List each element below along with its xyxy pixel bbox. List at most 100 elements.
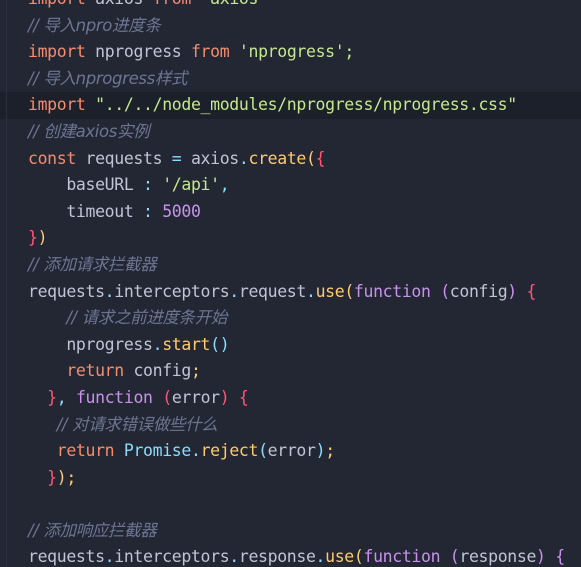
code-line[interactable]: // 导入npro进度条 <box>0 13 581 40</box>
code-line[interactable]: requests.interceptors.request.use(functi… <box>0 279 581 306</box>
comment-import-nprogress-style: // 导入nprogress样式 <box>28 68 188 88</box>
operator-colon: : <box>143 175 153 195</box>
paren-close: ) <box>536 547 546 567</box>
class-promise: Promise <box>123 441 191 461</box>
paren-close: ) <box>56 467 67 487</box>
code-line-blank[interactable] <box>0 491 581 518</box>
keyword-function: function <box>353 281 431 301</box>
identifier-nprogress: nprogress <box>66 334 153 354</box>
method-reject: reject <box>200 441 259 461</box>
paren-open: ( <box>306 148 316 168</box>
paren-open: ( <box>344 281 354 301</box>
keyword-from: from <box>153 0 192 8</box>
param-config: config <box>449 281 508 301</box>
identifier-requests: requests <box>85 148 163 168</box>
code-line[interactable]: nprogress.start() <box>0 332 581 359</box>
code-line[interactable]: import axios from 'axios' <box>0 0 581 13</box>
paren-open: ( <box>162 387 172 407</box>
operator-assign: = <box>171 148 182 168</box>
paren-pair: () <box>210 334 230 354</box>
paren-open: ( <box>353 547 364 567</box>
comment-before-request-start: // 请求之前进度条开始 <box>66 308 228 328</box>
code-line[interactable]: // 添加响应拦截器 <box>0 518 581 545</box>
property-timeout: timeout <box>66 201 134 221</box>
paren-close: ) <box>219 387 230 407</box>
property-response: response <box>238 547 316 567</box>
comment-add-request-interceptor: // 添加请求拦截器 <box>28 254 157 274</box>
brace-open: { <box>526 281 537 301</box>
brace-open: { <box>315 148 326 168</box>
code-line[interactable]: }); <box>0 465 581 492</box>
code-line-active[interactable]: import "../../node_modules/nprogress/npr… <box>0 92 581 119</box>
code-line[interactable]: timeout : 5000 <box>0 199 581 226</box>
string-api-base: '/api' <box>162 175 220 195</box>
property-interceptors: interceptors <box>114 281 230 301</box>
semicolon: ; <box>325 441 335 461</box>
brace-open: { <box>238 387 249 407</box>
code-line[interactable]: baseURL : '/api', <box>0 172 581 199</box>
paren-close: ) <box>507 281 517 301</box>
property-baseurl: baseURL <box>66 175 134 195</box>
semicolon: ; <box>190 361 201 381</box>
operator-comma: , <box>219 175 230 195</box>
code-line[interactable]: // 请求之前进度条开始 <box>0 305 581 332</box>
property-request: request <box>238 281 306 301</box>
paren-close: ) <box>315 441 326 461</box>
keyword-import: import <box>28 95 86 115</box>
operator-comma: , <box>56 387 67 407</box>
string-axios: 'axios' <box>201 0 268 8</box>
keyword-function: function <box>75 387 153 407</box>
string-nprogress-module: 'nprogress'; <box>238 42 354 62</box>
paren-close: ) <box>37 228 48 248</box>
code-line[interactable]: // 创建axios实例 <box>0 119 581 146</box>
param-error: error <box>171 387 220 407</box>
comment-add-response-interceptor: // 添加响应拦截器 <box>28 520 157 540</box>
number-timeout-value: 5000 <box>162 201 201 221</box>
string-css-path: "../../node_modules/nprogress/nprogress.… <box>95 95 517 115</box>
code-line[interactable]: requests.interceptors.response.use(funct… <box>0 544 581 567</box>
semicolon: ; <box>66 467 76 487</box>
identifier-nprogress: nprogress <box>95 42 182 62</box>
comment-handle-request-error: // 对请求错误做些什么 <box>56 414 218 434</box>
keyword-from: from <box>190 42 230 62</box>
code-line[interactable]: const requests = axios.create({ <box>0 146 581 173</box>
keyword-import: import <box>28 42 86 62</box>
brace-open: { <box>555 547 565 567</box>
code-line[interactable]: // 添加请求拦截器 <box>0 252 581 279</box>
code-line[interactable]: }) <box>0 225 581 252</box>
paren-open: ( <box>440 281 450 301</box>
keyword-const: const <box>28 148 76 168</box>
code-line[interactable]: // 导入nprogress样式 <box>0 66 581 93</box>
identifier-error: error <box>267 441 316 461</box>
brace-close: } <box>47 467 57 487</box>
param-response: response <box>459 547 537 567</box>
code-line[interactable]: return config; <box>0 358 581 385</box>
code-content[interactable]: import axios from 'axios' // 导入npro进度条 i… <box>0 0 581 567</box>
keyword-import: import <box>28 0 86 8</box>
identifier-axios: axios <box>95 0 143 8</box>
operator-colon: : <box>143 201 153 221</box>
method-use: use <box>315 281 345 301</box>
code-editor[interactable]: import axios from 'axios' // 导入npro进度条 i… <box>0 0 581 567</box>
identifier-config: config <box>133 361 191 381</box>
method-use: use <box>325 547 354 567</box>
code-line[interactable]: import nprogress from 'nprogress'; <box>0 39 581 66</box>
keyword-function: function <box>363 547 441 567</box>
identifier-requests: requests <box>28 547 105 567</box>
brace-close: } <box>28 228 38 248</box>
keyword-return: return <box>56 441 115 461</box>
code-line[interactable]: // 对请求错误做些什么 <box>0 412 581 439</box>
paren-open: ( <box>258 441 268 461</box>
method-create: create <box>248 148 306 168</box>
property-interceptors: interceptors <box>114 547 230 567</box>
identifier-requests: requests <box>28 281 105 301</box>
comment-create-axios-instance: // 创建axios实例 <box>28 121 150 141</box>
identifier-axios: axios <box>190 148 239 168</box>
comment-import-npro: // 导入npro进度条 <box>28 15 161 35</box>
method-start: start <box>162 334 211 354</box>
code-line[interactable]: }, function (error) { <box>0 385 581 412</box>
paren-open: ( <box>449 547 460 567</box>
code-line[interactable]: return Promise.reject(error); <box>0 438 581 465</box>
brace-close: } <box>47 387 57 407</box>
keyword-return: return <box>66 361 124 381</box>
